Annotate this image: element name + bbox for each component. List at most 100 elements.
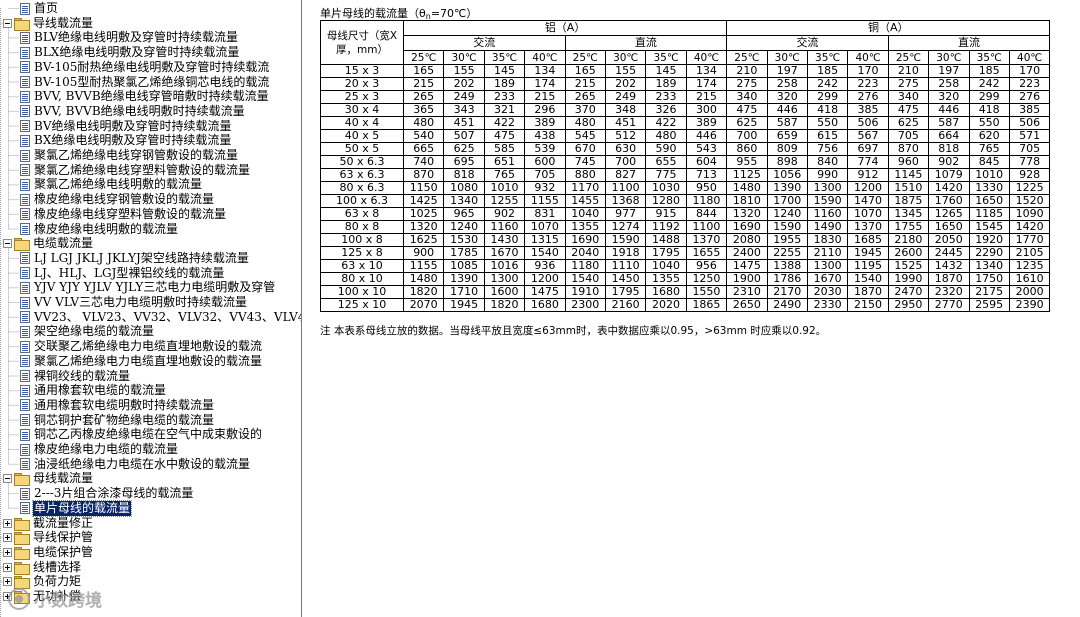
tree-folder-item[interactable]: 母线载流量 xyxy=(3,471,94,487)
table-row: 80 x 6.3 1150 1080 1010 932 1170 1100 1030 950 14… xyxy=(320,181,1051,195)
tree-doc-item[interactable]: LJ LGJ JKLJ JKLYJ架空线路持续载流量 xyxy=(20,251,250,266)
ampacity-cell: 1320 xyxy=(402,220,445,234)
ampacity-cell: 446 xyxy=(928,103,970,117)
expand-toggle-icon[interactable] xyxy=(3,577,12,587)
tree-doc-item[interactable]: BLX绝缘电线明敷及穿管时持续载流量 xyxy=(20,45,240,60)
tree-item-label: BLX绝缘电线明敷及穿管时持续载流量 xyxy=(34,45,240,60)
copper-header: 铜（A） xyxy=(726,20,1051,36)
tree-doc-item[interactable]: 2---3片组合涂漆母线的载流量 xyxy=(20,486,194,501)
tree-doc-item[interactable]: YJV YJY YJLV YJLY三芯电力电缆明敷及穿管 xyxy=(20,280,276,295)
tree-doc-item[interactable]: BV-105耐热绝缘电线明敷及穿管时持续载流 xyxy=(20,60,270,75)
expand-toggle-icon[interactable] xyxy=(3,533,12,543)
ampacity-cell: 197 xyxy=(766,64,808,78)
ampacity-cell: 2300 xyxy=(564,298,606,312)
ampacity-cell: 950 xyxy=(685,181,728,195)
document-icon xyxy=(20,178,30,191)
ampacity-cell: 2180 xyxy=(887,233,930,247)
tree-doc-item[interactable]: 通用橡套软电缆明敷时持续载流量 xyxy=(20,398,215,413)
ampacity-cell: 1010 xyxy=(483,181,526,195)
ampacity-cell: 539 xyxy=(524,142,566,156)
tree-folder-item[interactable]: 导线载流量 xyxy=(3,16,94,31)
tree-doc-item[interactable]: 首页 xyxy=(20,1,59,16)
ampacity-cell: 2020 xyxy=(645,298,687,312)
ampacity-cell: 902 xyxy=(483,207,526,221)
tree-doc-item[interactable]: 铜芯铜护套矿物绝缘电缆的载流量 xyxy=(20,413,215,428)
tree-doc-item[interactable]: BLV绝缘电线明敷及穿管时持续载流量 xyxy=(20,30,239,45)
ampacity-cell: 2950 xyxy=(887,298,930,312)
ampacity-cell: 189 xyxy=(483,77,526,91)
tree-doc-item[interactable]: 铜芯乙丙橡皮绝缘电缆在空气中成束敷设的 xyxy=(20,427,263,442)
tree-doc-item[interactable]: 橡皮绝缘电线明敷的载流量 xyxy=(20,222,179,237)
ampacity-cell: 845 xyxy=(968,155,1010,169)
tree-doc-item[interactable]: BV绝缘电线明敷及穿管时持续载流量 xyxy=(20,119,233,134)
tree-folder-item[interactable]: 电缆保护管 xyxy=(3,545,94,560)
tree-doc-item[interactable]: VV23、 VLV23、VV32、VLV32、VV43、VLV43 xyxy=(20,309,302,325)
tree-folder-item[interactable]: 线槽选择 xyxy=(3,560,82,575)
tree-doc-item[interactable]: BV-105型耐热聚氯乙烯绝缘铜芯电线的载流 xyxy=(20,75,270,90)
ampacity-cell: 697 xyxy=(847,142,889,156)
tree-doc-item[interactable]: 油浸纸绝缘电力电缆在水中敷设的载流量 xyxy=(20,457,251,472)
ampacity-cell: 385 xyxy=(847,103,889,117)
busbar-size-cell: 25 x 3 xyxy=(320,90,404,104)
ampacity-cell: 233 xyxy=(645,90,687,104)
tree-doc-item[interactable]: BVV, BVVB绝缘电线穿管暗敷时持续载流量 xyxy=(20,89,270,104)
tree-doc-item[interactable]: 橡皮绝缘电线穿塑料管敷设的载流量 xyxy=(20,207,227,222)
expand-toggle-icon[interactable] xyxy=(3,547,12,557)
expand-toggle-icon[interactable] xyxy=(3,562,12,572)
ampacity-cell: 1355 xyxy=(645,272,687,286)
tree-doc-item[interactable]: VV VLV三芯电力电缆明敷时持续载流量 xyxy=(20,295,248,310)
tree-doc-item[interactable]: 聚氯乙烯绝缘电线穿塑料管敷设的载流量 xyxy=(20,163,251,178)
ampacity-cell: 418 xyxy=(806,103,849,117)
ampacity-cell: 2390 xyxy=(1008,298,1051,312)
ampacity-cell: 2110 xyxy=(806,246,849,260)
document-icon xyxy=(20,281,30,294)
ampacity-cell: 2030 xyxy=(806,285,849,299)
temperature-header: 40℃ xyxy=(685,50,728,65)
ampacity-cell: 1090 xyxy=(1008,207,1051,221)
tree-folder-item[interactable]: 无功补偿 xyxy=(3,589,82,604)
tree-folder-item[interactable]: 截流量修正 xyxy=(3,516,94,531)
tree-doc-item[interactable]: BX绝缘电线明敷及穿管时持续载流量 xyxy=(20,133,232,148)
ampacity-cell: 265 xyxy=(402,90,445,104)
ampacity-cell: 1240 xyxy=(443,220,485,234)
tree-folder-item[interactable]: 电缆载流量 xyxy=(3,236,94,252)
tree-doc-item[interactable]: 聚氯乙烯绝缘电线明敷的载流量 xyxy=(20,177,203,192)
tree-item-label: VV23、 VLV23、VV32、VLV32、VV43、VLV43 xyxy=(34,309,302,324)
expand-toggle-icon[interactable] xyxy=(3,518,12,528)
ampacity-cell: 1550 xyxy=(685,285,728,299)
ampacity-cell: 1600 xyxy=(483,285,526,299)
aluminum-dc-header: 直流 xyxy=(564,35,728,51)
tree-doc-item[interactable]: 架空绝缘电缆的载流量 xyxy=(20,324,155,339)
tree-doc-item[interactable]: 橡皮绝缘电线穿钢管敷设的载流量 xyxy=(20,192,215,207)
ampacity-cell: 1870 xyxy=(928,272,970,286)
ampacity-cell: 320 xyxy=(766,90,808,104)
tree-doc-item[interactable]: BVV, BVVB绝缘电线明敷时持续载流量 xyxy=(20,104,246,119)
ampacity-cell: 956 xyxy=(685,259,728,273)
tree-doc-item[interactable]: 交联聚乙烯绝缘电力电缆直埋地敷设的载流 xyxy=(20,339,263,354)
tree-doc-item[interactable]: 通用橡套软电缆的载流量 xyxy=(20,383,167,398)
collapse-toggle-icon[interactable] xyxy=(3,474,12,484)
collapse-toggle-icon[interactable] xyxy=(3,239,12,249)
ampacity-cell: 2070 xyxy=(402,298,445,312)
ampacity-cell: 1390 xyxy=(766,181,808,195)
document-icon xyxy=(20,311,30,324)
tree-doc-item[interactable]: LJ、HLJ、LGJ型裸铝绞线的载流量 xyxy=(20,266,225,281)
ampacity-cell: 242 xyxy=(968,77,1010,91)
tree-doc-item[interactable]: 聚氯乙烯绝缘电力电缆直埋地敷设的载流量 xyxy=(20,354,263,369)
tree-folder-item[interactable]: 导线保护管 xyxy=(3,530,94,546)
ampacity-cell: 774 xyxy=(847,155,889,169)
tree-folder-item[interactable]: 负荷力矩 xyxy=(3,574,82,590)
ampacity-cell: 370 xyxy=(564,103,606,117)
ampacity-cell: 2160 xyxy=(604,298,647,312)
tree-item-label: BVV, BVVB绝缘电线穿管暗敷时持续载流量 xyxy=(34,89,269,104)
expand-toggle-icon[interactable] xyxy=(3,592,12,601)
tree-doc-item[interactable]: 单片母线的载流量 xyxy=(20,499,133,517)
ampacity-cell: 778 xyxy=(1008,155,1051,169)
collapse-toggle-icon[interactable] xyxy=(3,18,12,28)
ampacity-cell: 1918 xyxy=(604,246,647,260)
tree-doc-item[interactable]: 聚氯乙烯绝缘电线穿钢管敷设的载流量 xyxy=(20,148,239,163)
ampacity-cell: 275 xyxy=(887,77,930,91)
tree-doc-item[interactable]: 橡皮绝缘电力电缆的载流量 xyxy=(20,442,179,457)
ampacity-cell: 955 xyxy=(726,155,768,169)
tree-doc-item[interactable]: 裸铜绞线的载流量 xyxy=(20,369,131,384)
